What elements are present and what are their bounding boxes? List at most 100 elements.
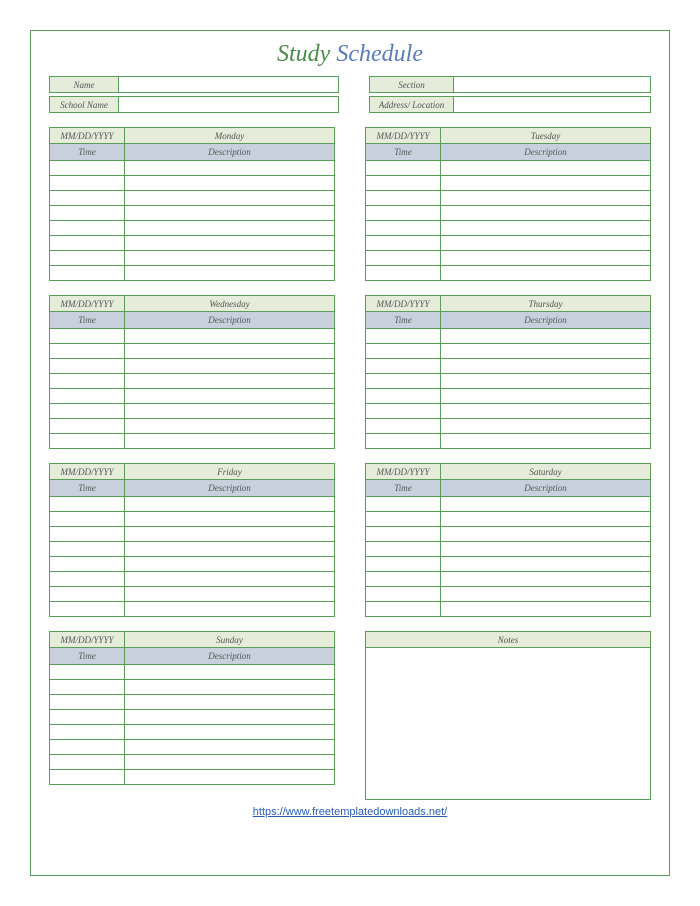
day-name: Tuesday: [441, 128, 650, 143]
table-row[interactable]: [365, 251, 651, 266]
table-row[interactable]: [49, 359, 335, 374]
table-row[interactable]: [365, 512, 651, 527]
date-label: MM/DD/YYYY: [50, 632, 125, 647]
col-desc-label: Description: [125, 144, 334, 160]
table-row[interactable]: [49, 680, 335, 695]
page-border: Study Schedule Name Section School Name …: [30, 30, 670, 876]
col-time-label: Time: [50, 648, 125, 664]
table-row[interactable]: [49, 419, 335, 434]
notes-block: Notes: [365, 631, 651, 800]
table-row[interactable]: [49, 497, 335, 512]
table-row[interactable]: [49, 206, 335, 221]
address-field[interactable]: [454, 96, 651, 113]
title-part-1: Study: [277, 41, 336, 67]
table-row[interactable]: [49, 557, 335, 572]
table-row[interactable]: [49, 266, 335, 281]
date-label: MM/DD/YYYY: [50, 464, 125, 479]
col-desc-label: Description: [125, 648, 334, 664]
table-row[interactable]: [49, 665, 335, 680]
table-row[interactable]: [365, 329, 651, 344]
table-row[interactable]: [365, 344, 651, 359]
table-row[interactable]: [49, 329, 335, 344]
day-name: Saturday: [441, 464, 650, 479]
table-row[interactable]: [49, 161, 335, 176]
table-row[interactable]: [49, 740, 335, 755]
table-row[interactable]: [365, 587, 651, 602]
table-row[interactable]: [49, 344, 335, 359]
table-row[interactable]: [365, 602, 651, 617]
table-row[interactable]: [49, 512, 335, 527]
footer-link-wrap: https://www.freetemplatedownloads.net/: [49, 806, 651, 818]
table-row[interactable]: [49, 542, 335, 557]
table-row[interactable]: [49, 572, 335, 587]
table-row[interactable]: [365, 527, 651, 542]
section-field[interactable]: [454, 76, 651, 93]
table-row[interactable]: [365, 389, 651, 404]
day-block-friday: MM/DD/YYYY Friday Time Description: [49, 463, 335, 617]
school-field[interactable]: [119, 96, 339, 113]
table-row[interactable]: [365, 557, 651, 572]
table-row[interactable]: [365, 419, 651, 434]
school-label: School Name: [49, 96, 119, 113]
col-desc-label: Description: [441, 480, 650, 496]
info-row-2: School Name Address/ Location: [49, 96, 651, 113]
info-row-1: Name Section: [49, 76, 651, 93]
table-row[interactable]: [365, 404, 651, 419]
day-name: Monday: [125, 128, 334, 143]
table-row[interactable]: [49, 695, 335, 710]
table-row[interactable]: [49, 374, 335, 389]
table-row[interactable]: [49, 236, 335, 251]
table-row[interactable]: [49, 221, 335, 236]
day-name: Friday: [125, 464, 334, 479]
footer-link[interactable]: https://www.freetemplatedownloads.net/: [253, 806, 447, 818]
table-row[interactable]: [49, 251, 335, 266]
table-row[interactable]: [365, 542, 651, 557]
col-desc-label: Description: [125, 480, 334, 496]
table-row[interactable]: [49, 725, 335, 740]
table-row[interactable]: [49, 602, 335, 617]
table-row[interactable]: [49, 404, 335, 419]
day-name: Wednesday: [125, 296, 334, 311]
table-row[interactable]: [365, 572, 651, 587]
page-title: Study Schedule: [49, 41, 651, 68]
table-row[interactable]: [365, 206, 651, 221]
table-row[interactable]: [365, 161, 651, 176]
table-row[interactable]: [365, 221, 651, 236]
table-row[interactable]: [365, 191, 651, 206]
notes-field[interactable]: [365, 648, 651, 800]
table-row[interactable]: [365, 434, 651, 449]
table-row[interactable]: [365, 266, 651, 281]
table-row[interactable]: [49, 389, 335, 404]
table-row[interactable]: [49, 527, 335, 542]
table-row[interactable]: [365, 176, 651, 191]
table-row[interactable]: [365, 359, 651, 374]
table-row[interactable]: [49, 587, 335, 602]
date-label: MM/DD/YYYY: [366, 128, 441, 143]
name-field[interactable]: [119, 76, 339, 93]
col-time-label: Time: [50, 480, 125, 496]
day-block-wednesday: MM/DD/YYYY Wednesday Time Description: [49, 295, 335, 449]
table-row[interactable]: [365, 236, 651, 251]
date-label: MM/DD/YYYY: [366, 296, 441, 311]
table-row[interactable]: [49, 770, 335, 785]
notes-label: Notes: [365, 631, 651, 648]
table-row[interactable]: [49, 710, 335, 725]
table-row[interactable]: [365, 374, 651, 389]
date-label: MM/DD/YYYY: [366, 464, 441, 479]
col-desc-label: Description: [441, 312, 650, 328]
date-label: MM/DD/YYYY: [50, 296, 125, 311]
table-row[interactable]: [365, 497, 651, 512]
table-row[interactable]: [49, 191, 335, 206]
table-row[interactable]: [49, 434, 335, 449]
day-name: Thursday: [441, 296, 650, 311]
date-label: MM/DD/YYYY: [50, 128, 125, 143]
table-row[interactable]: [49, 176, 335, 191]
address-label: Address/ Location: [369, 96, 454, 113]
col-desc-label: Description: [125, 312, 334, 328]
day-block-tuesday: MM/DD/YYYY Tuesday Time Description: [365, 127, 651, 281]
day-name: Sunday: [125, 632, 334, 647]
col-desc-label: Description: [441, 144, 650, 160]
col-time-label: Time: [50, 144, 125, 160]
table-row[interactable]: [49, 755, 335, 770]
schedule-grid: MM/DD/YYYY Monday Time Description MM/: [49, 127, 651, 800]
